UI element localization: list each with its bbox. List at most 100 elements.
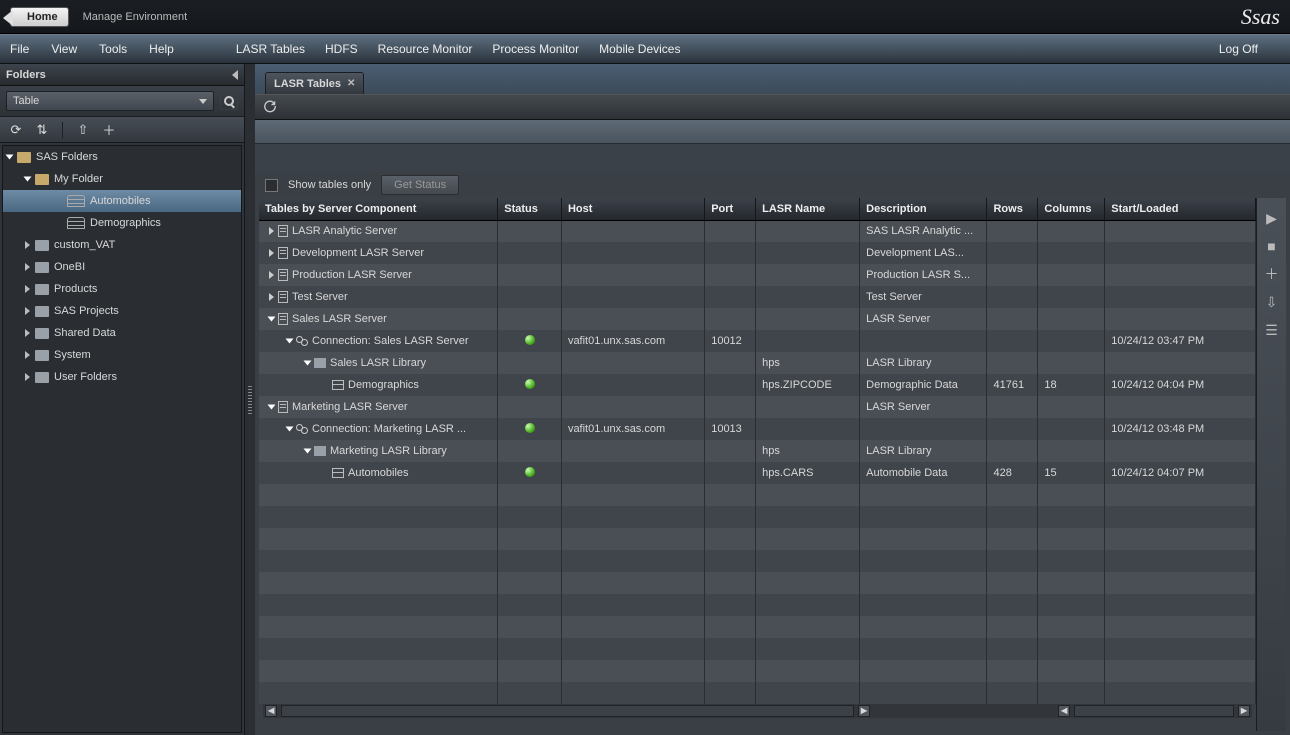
search-button[interactable] [220, 92, 238, 110]
tree-item-demographics[interactable]: Demographics [3, 212, 241, 234]
menu-resource-monitor[interactable]: Resource Monitor [378, 42, 473, 56]
rail-play-icon[interactable]: ▶ [1264, 210, 1280, 226]
table-row[interactable]: Development LASR ServerDevelopment LAS..… [259, 242, 1256, 264]
table-row [259, 616, 1256, 638]
tree-folder[interactable]: Shared Data [3, 322, 241, 344]
rail-stop-icon[interactable]: ■ [1264, 238, 1280, 254]
rail-pin-icon[interactable]: ⇩ [1264, 294, 1280, 310]
tree-myfolder[interactable]: My Folder [3, 168, 241, 190]
table-row[interactable]: Marketing LASR LibraryhpsLASR Library [259, 440, 1256, 462]
cell [860, 594, 987, 616]
column-header[interactable]: Description [860, 198, 987, 220]
home-button[interactable]: Home [10, 7, 69, 27]
cell [259, 528, 498, 550]
cell [705, 462, 756, 484]
folder-icon [35, 174, 49, 185]
rail-add-icon[interactable]: ＋ [1264, 266, 1280, 282]
table-row[interactable]: Connection: Marketing LASR ...vafit01.un… [259, 418, 1256, 440]
toggle-tree-icon[interactable]: ⇅ [34, 122, 50, 138]
get-status-button[interactable]: Get Status [381, 175, 459, 195]
cell [705, 352, 756, 374]
cell: Development LASR Server [259, 242, 498, 264]
cell [1038, 572, 1105, 594]
search-icon [224, 96, 234, 106]
close-tab-icon[interactable]: ✕ [347, 78, 355, 89]
cell [259, 660, 498, 682]
column-header[interactable]: LASR Name [756, 198, 860, 220]
table-row[interactable]: Sales LASR LibraryhpsLASR Library [259, 352, 1256, 374]
menu-process-monitor[interactable]: Process Monitor [492, 42, 579, 56]
column-header[interactable]: Status [498, 198, 562, 220]
tree-label: My Folder [54, 173, 103, 185]
menu-view[interactable]: View [51, 42, 77, 56]
cell [860, 638, 987, 660]
tree-label: SAS Folders [36, 151, 98, 163]
tree-folder[interactable]: User Folders [3, 366, 241, 388]
tree-folder[interactable]: System [3, 344, 241, 366]
up-level-icon[interactable]: ⇧ [75, 122, 91, 138]
cell [705, 682, 756, 704]
cell [1038, 396, 1105, 418]
splitter[interactable] [245, 64, 255, 735]
table-row[interactable]: Marketing LASR ServerLASR Server [259, 396, 1256, 418]
tree-label: Automobiles [90, 195, 151, 207]
menu-lasr-tables[interactable]: LASR Tables [236, 42, 305, 56]
cell [860, 616, 987, 638]
folder-icon [35, 240, 49, 251]
menu-logoff[interactable]: Log Off [1219, 42, 1258, 56]
cell: 10013 [705, 418, 756, 440]
cell [498, 440, 562, 462]
menu-hdfs[interactable]: HDFS [325, 42, 358, 56]
tree-item-automobiles[interactable]: Automobiles [3, 190, 241, 212]
tree-folder[interactable]: OneBI [3, 256, 241, 278]
column-header[interactable]: Start/Loaded [1105, 198, 1256, 220]
column-header[interactable]: Port [705, 198, 756, 220]
tree-folder[interactable]: SAS Projects [3, 300, 241, 322]
menu-help[interactable]: Help [149, 42, 174, 56]
collapse-folders-icon[interactable] [232, 70, 238, 80]
tree-folder[interactable]: Products [3, 278, 241, 300]
cell: Marketing LASR Server [259, 396, 498, 418]
refresh-icon[interactable] [263, 99, 277, 116]
show-tables-only-checkbox[interactable] [265, 179, 278, 192]
table-row[interactable]: Automobileshps.CARSAutomobile Data428151… [259, 462, 1256, 484]
tree-folder[interactable]: custom_VAT [3, 234, 241, 256]
menu-tools[interactable]: Tools [99, 42, 127, 56]
cell [860, 528, 987, 550]
tree-root[interactable]: SAS Folders [3, 146, 241, 168]
cell [860, 660, 987, 682]
tree-label: Demographics [90, 217, 161, 229]
cell: hps.CARS [756, 462, 860, 484]
menu-mobile-devices[interactable]: Mobile Devices [599, 42, 680, 56]
refresh-tree-icon[interactable]: ⟳ [8, 122, 24, 138]
type-filter-combo[interactable]: Table [6, 91, 214, 111]
tab-lasr-tables[interactable]: LASR Tables ✕ [265, 72, 364, 94]
table-icon [67, 217, 85, 229]
table-row [259, 594, 1256, 616]
column-header[interactable]: Tables by Server Component [259, 198, 498, 220]
cell [987, 418, 1038, 440]
add-icon[interactable]: ＋ [101, 122, 117, 138]
cell [1105, 682, 1256, 704]
cell [1105, 242, 1256, 264]
horizontal-scrollbar[interactable]: ◄► ◄► [263, 704, 1252, 718]
table-row[interactable]: Demographicshps.ZIPCODEDemographic Data4… [259, 374, 1256, 396]
cell [705, 572, 756, 594]
table-row [259, 550, 1256, 572]
column-header[interactable]: Rows [987, 198, 1038, 220]
cell [1038, 440, 1105, 462]
cell: hps [756, 440, 860, 462]
table-row[interactable]: LASR Analytic ServerSAS LASR Analytic ..… [259, 220, 1256, 242]
table-row[interactable]: Connection: Sales LASR Servervafit01.unx… [259, 330, 1256, 352]
table-row[interactable]: Sales LASR ServerLASR Server [259, 308, 1256, 330]
cell [1038, 594, 1105, 616]
cell [705, 594, 756, 616]
cell [860, 330, 987, 352]
cell: Sales LASR Server [259, 308, 498, 330]
menu-file[interactable]: File [10, 42, 29, 56]
column-header[interactable]: Columns [1038, 198, 1105, 220]
rail-more-icon[interactable]: ☰ [1264, 322, 1280, 338]
table-row[interactable]: Production LASR ServerProduction LASR S.… [259, 264, 1256, 286]
column-header[interactable]: Host [561, 198, 704, 220]
table-row[interactable]: Test ServerTest Server [259, 286, 1256, 308]
